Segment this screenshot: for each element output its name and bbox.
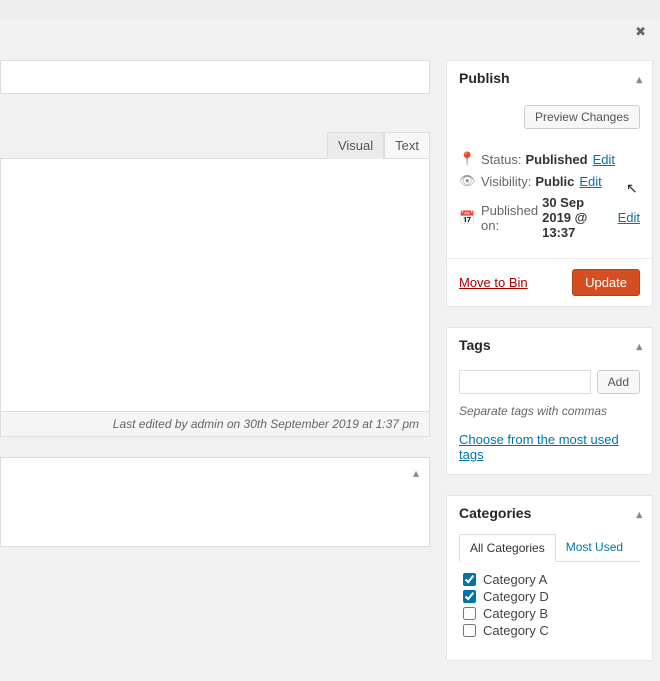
published-label: Published on: xyxy=(481,203,538,233)
excerpt-panel[interactable]: ▴ xyxy=(0,457,430,547)
status-label: Status: xyxy=(481,152,521,167)
tags-panel: Tags ▴ Add Separate tags with commas Cho… xyxy=(446,327,653,475)
category-checkbox[interactable] xyxy=(463,590,476,603)
categories-heading: Categories xyxy=(459,505,531,521)
category-list[interactable]: Category A Category D Category B Category C xyxy=(459,562,640,648)
editor-status: Last edited by admin on 30th September 2… xyxy=(0,412,430,437)
tags-input[interactable] xyxy=(459,370,591,394)
panel-toggle-icon[interactable]: ▴ xyxy=(636,73,642,86)
update-button[interactable]: Update xyxy=(572,269,640,296)
choose-tags-link[interactable]: Choose from the most used tags xyxy=(459,432,619,462)
caret-up-icon[interactable]: ▴ xyxy=(413,466,419,480)
eye-icon: 👁 xyxy=(459,173,475,189)
publish-heading: Publish xyxy=(459,70,510,86)
calendar-icon: 📅 xyxy=(459,210,475,226)
category-item[interactable]: Category C xyxy=(463,623,636,638)
category-checkbox[interactable] xyxy=(463,624,476,637)
visibility-label: Visibility: xyxy=(481,174,531,189)
tab-text[interactable]: Text xyxy=(384,132,430,159)
post-title-input[interactable] xyxy=(0,60,430,94)
category-checkbox[interactable] xyxy=(463,573,476,586)
category-item[interactable]: Category B xyxy=(463,606,636,621)
preview-changes-button[interactable]: Preview Changes xyxy=(524,105,640,129)
published-value: 30 Sep 2019 @ 13:37 xyxy=(542,195,612,240)
publish-panel: Publish ▴ Preview Changes 📍 Status: Publ… xyxy=(446,60,653,307)
content-editor[interactable] xyxy=(0,158,430,412)
published-edit-link[interactable]: Edit xyxy=(618,210,640,225)
category-label: Category D xyxy=(483,589,549,604)
panel-toggle-icon[interactable]: ▴ xyxy=(636,508,642,521)
category-label: Category A xyxy=(483,572,547,587)
add-tag-button[interactable]: Add xyxy=(597,370,640,394)
close-icon[interactable]: ✖ xyxy=(635,24,646,40)
visibility-edit-link[interactable]: Edit xyxy=(579,174,601,189)
category-checkbox[interactable] xyxy=(463,607,476,620)
visibility-value: Public xyxy=(535,174,574,189)
move-to-bin-link[interactable]: Move to Bin xyxy=(459,275,528,290)
tags-heading: Tags xyxy=(459,337,491,353)
status-value: Published xyxy=(525,152,587,167)
tab-all-categories[interactable]: All Categories xyxy=(459,534,556,562)
pin-icon: 📍 xyxy=(459,151,475,167)
category-item[interactable]: Category D xyxy=(463,589,636,604)
status-edit-link[interactable]: Edit xyxy=(593,152,615,167)
panel-toggle-icon[interactable]: ▴ xyxy=(636,340,642,353)
tags-hint: Separate tags with commas xyxy=(459,404,640,418)
category-label: Category B xyxy=(483,606,548,621)
tab-most-used[interactable]: Most Used xyxy=(556,534,633,561)
category-label: Category C xyxy=(483,623,549,638)
categories-panel: Categories ▴ All Categories Most Used Ca… xyxy=(446,495,653,661)
tab-visual[interactable]: Visual xyxy=(327,132,384,159)
category-item[interactable]: Category A xyxy=(463,572,636,587)
